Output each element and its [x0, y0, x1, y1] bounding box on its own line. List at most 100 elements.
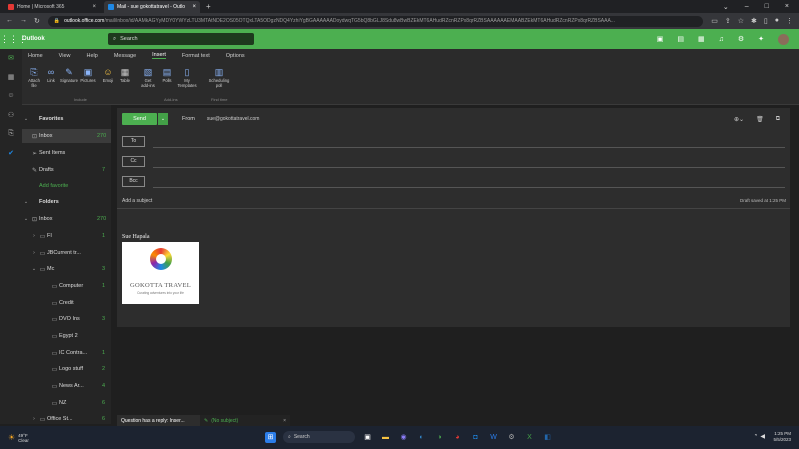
bcc-button[interactable]: Bcc [122, 175, 145, 187]
url-field[interactable]: 🔒 outlook.office.com /mail/inbox/id/AAMk… [47, 15, 704, 27]
edge-dev-icon[interactable]: ◑ [434, 432, 445, 443]
bookmark-star-icon[interactable]: ☆ [738, 17, 744, 25]
app-name[interactable]: Outlook [22, 36, 108, 42]
photos-icon[interactable]: ◧ [542, 432, 553, 443]
chevron-down-icon[interactable]: ⌄ [723, 3, 729, 11]
send-button[interactable]: Send [122, 113, 157, 125]
send-options-chevron-icon[interactable]: ⌄ [158, 113, 168, 125]
to-field[interactable] [153, 135, 785, 148]
my-templates-button[interactable]: ▯ My Templates [177, 66, 197, 88]
folder-logo-stuff[interactable]: ▭ Logo stuff 2 [22, 362, 111, 376]
add-favorite-link[interactable]: Add favorite [22, 179, 111, 193]
word-icon[interactable]: W [488, 432, 499, 443]
tab-insert[interactable]: Insert [152, 52, 166, 59]
table-button[interactable]: ▦ Table [117, 66, 133, 83]
people-icon[interactable]: ☺ [0, 92, 22, 99]
edge-icon[interactable]: ◐ [416, 432, 427, 443]
reload-icon[interactable]: ↻ [34, 17, 40, 25]
folder-egypt-2[interactable]: ▭ Egypt 2 [22, 329, 111, 343]
attach-file-button[interactable]: ⎘ Attach file [26, 66, 42, 88]
folder-inbox[interactable]: ⌄ ⊡ Inbox 270 [22, 212, 111, 226]
folder-news-ar[interactable]: ▭ News Ar... 4 [22, 379, 111, 393]
signature-button[interactable]: ✎ Signature [60, 66, 78, 83]
groups-icon[interactable]: ⚇ [0, 111, 22, 119]
folder-computer[interactable]: ▭ Computer 1 [22, 279, 111, 293]
weather-widget[interactable]: ☀ 49°F Clear [0, 433, 29, 443]
subject-field[interactable]: Add a subject [122, 198, 152, 204]
tab-help[interactable]: Help [87, 53, 98, 59]
folder-nz[interactable]: ▭ NZ 6 [22, 396, 111, 410]
maximize-icon[interactable]: □ [765, 3, 769, 11]
profile-icon[interactable]: ● [775, 17, 779, 25]
share-icon[interactable]: ⇪ [725, 17, 731, 25]
scheduling-poll-button[interactable]: ▥ Scheduling poll [206, 66, 232, 88]
draft-tab-no-subject[interactable]: ✎ (No subject) × [200, 415, 290, 426]
windows-start-icon[interactable]: ⊞ [265, 431, 276, 443]
avatar[interactable] [778, 33, 789, 45]
tab-home[interactable]: Home [28, 53, 43, 59]
from-label[interactable]: From [182, 116, 195, 122]
close-tab-icon[interactable]: × [92, 4, 96, 10]
polls-button[interactable]: ▤ Polls [159, 66, 175, 83]
lightbulb-icon[interactable]: ✦ [758, 35, 764, 43]
clock[interactable]: 1:25 PM 5/5/2023 [773, 431, 791, 443]
folder-fi[interactable]: › ▭ FI 1 [22, 229, 111, 243]
zoom-icon[interactable]: ⊕⌄ [734, 116, 744, 123]
wifi-icon[interactable]: ◔ [754, 433, 758, 440]
gear-icon[interactable]: ⚙ [738, 35, 744, 43]
back-icon[interactable]: ← [6, 17, 13, 25]
folder-mc[interactable]: ⌄ ▭ Mc 3 [22, 262, 111, 276]
tab-format-text[interactable]: Format text [182, 53, 210, 59]
folder-ic-contra[interactable]: ▭ IC Contra... 1 [22, 346, 111, 360]
minimize-icon[interactable]: – [745, 3, 749, 11]
todo-icon[interactable]: ✔ [0, 149, 22, 157]
tab-view[interactable]: View [59, 53, 71, 59]
cc-button[interactable]: Cc [122, 155, 145, 167]
extensions-icon[interactable]: ✱ [751, 17, 757, 25]
task-view-icon[interactable]: ▣ [362, 432, 373, 443]
bell-icon[interactable]: ♫ [719, 36, 724, 43]
close-icon[interactable]: × [283, 418, 286, 424]
to-button[interactable]: To [122, 135, 145, 147]
folder-dvo-ins[interactable]: ▭ DVO Ins 3 [22, 312, 111, 326]
close-tab-icon[interactable]: × [192, 4, 196, 10]
calendar-icon[interactable]: ▦ [0, 73, 22, 81]
favorite-drafts[interactable]: ✎ Drafts 7 [22, 163, 111, 177]
teams-chat-icon[interactable]: ◉ [398, 432, 409, 443]
get-add-ins-button[interactable]: ▧ Get add-ins [140, 66, 156, 88]
excel-icon[interactable]: X [524, 432, 535, 443]
forward-icon[interactable]: → [20, 17, 27, 25]
teams-icon[interactable]: ▤ [677, 35, 684, 43]
pictures-button[interactable]: ▣ Pictures [79, 66, 97, 83]
outlook-taskbar-icon[interactable]: ◘ [470, 432, 481, 443]
browser-tab-home[interactable]: Home | Microsoft 365 × [4, 1, 100, 13]
close-window-icon[interactable]: × [785, 3, 789, 11]
meet-now-icon[interactable]: ▣ [657, 35, 664, 43]
cast-icon[interactable]: ▭ [711, 17, 718, 25]
new-tab-icon[interactable]: + [206, 2, 211, 11]
draft-tab-question[interactable]: Question has a reply: Inser... [117, 415, 200, 426]
trash-icon[interactable]: 🗑 [756, 116, 764, 123]
tab-message[interactable]: Message [114, 53, 136, 59]
app-launcher-icon[interactable]: ⋮⋮⋮ [0, 34, 27, 45]
search-box[interactable]: ⌕ Search [108, 33, 254, 45]
bcc-field[interactable] [153, 175, 785, 188]
calendar-icon[interactable]: ▦ [698, 35, 705, 43]
settings-icon[interactable]: ⚙ [506, 432, 517, 443]
folder-office-st[interactable]: › ▭ Office St... 6 [22, 412, 111, 426]
volume-icon[interactable]: ◀ [760, 433, 765, 440]
cc-field[interactable] [153, 155, 785, 168]
pop-out-icon[interactable]: ⧉ [776, 116, 780, 123]
emoji-button[interactable]: ☺ Emoji [100, 66, 116, 83]
taskbar-search[interactable]: ⌕ Search [283, 431, 355, 443]
folder-jbcurrent[interactable]: › ▭ JBCurrent tr... [22, 246, 111, 260]
mail-icon[interactable]: ✉ [0, 54, 22, 62]
link-button[interactable]: ∞ Link [43, 66, 59, 83]
attach-icon[interactable]: ⎘ [0, 130, 22, 138]
chrome-icon[interactable]: ◕ [452, 432, 463, 443]
browser-tab-mail[interactable]: Mail - sue gokottatravel - Outlo × [104, 0, 200, 13]
sidebar-icon[interactable]: ▯ [764, 17, 768, 25]
tab-options[interactable]: Options [226, 53, 245, 59]
favorite-sent-items[interactable]: ➢ Sent Items [22, 146, 111, 160]
folder-credit[interactable]: ▭ Credit [22, 296, 111, 310]
